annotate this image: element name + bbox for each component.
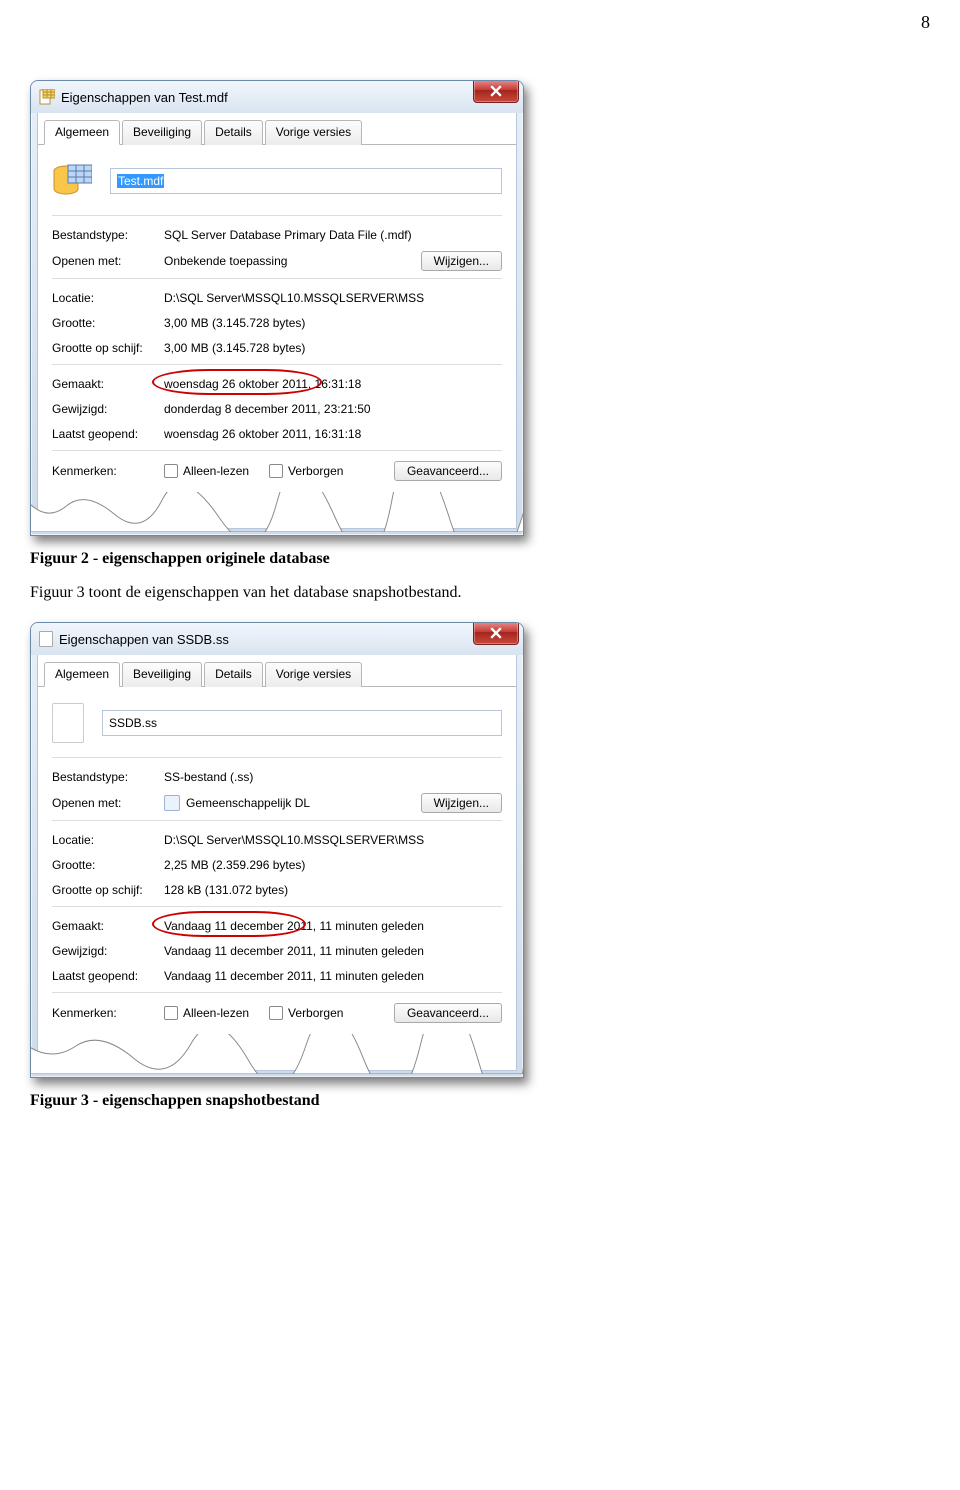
database-file-icon [52,161,92,201]
window-title: Eigenschappen van Test.mdf [61,90,228,105]
value-gemaakt: woensdag 26 oktober 2011, 16:31:18 [164,377,502,391]
label-laatst-geopend: Laatst geopend: [52,427,164,441]
label-bestandstype: Bestandstype: [52,228,164,242]
db-file-icon [39,89,55,105]
figure-3-caption: Figuur 3 - eigenschappen snapshotbestand [30,1092,930,1110]
value-openen-met: Gemeenschappelijk DL [186,796,310,810]
file-icon [39,631,53,647]
label-kenmerken: Kenmerken: [52,464,164,478]
properties-dialog-2: Eigenschappen van SSDB.ss Algemeen Bevei… [30,622,522,1078]
label-openen-met: Openen met: [52,254,164,268]
value-bestandstype: SS-bestand (.ss) [164,770,502,784]
tab-details[interactable]: Details [204,662,263,687]
app-icon [164,795,180,811]
filename-field[interactable]: SSDB.ss [102,710,502,736]
label-locatie: Locatie: [52,291,164,305]
label-gewijzigd: Gewijzigd: [52,944,164,958]
value-laatst-geopend: woensdag 26 oktober 2011, 16:31:18 [164,427,502,441]
wijzigen-button[interactable]: Wijzigen... [421,793,502,813]
value-grootte-schijf: 3,00 MB (3.145.728 bytes) [164,341,502,355]
tab-beveiliging[interactable]: Beveiliging [122,662,202,687]
filename-field[interactable]: Test.mdf [110,168,502,194]
value-grootte: 3,00 MB (3.145.728 bytes) [164,316,502,330]
label-gemaakt: Gemaakt: [52,919,164,933]
label-kenmerken: Kenmerken: [52,1006,164,1020]
value-laatst-geopend: Vandaag 11 december 2011, 11 minuten gel… [164,969,502,983]
tabstrip: Algemeen Beveiliging Details Vorige vers… [38,655,516,687]
value-grootte-schijf: 128 kB (131.072 bytes) [164,883,502,897]
tab-vorige-versies[interactable]: Vorige versies [265,662,362,687]
label-grootte: Grootte: [52,858,164,872]
tab-algemeen[interactable]: Algemeen [44,662,120,687]
value-gewijzigd: donderdag 8 december 2011, 23:21:50 [164,402,502,416]
value-gemaakt: Vandaag 11 december 2011, 11 minuten gel… [164,919,502,933]
torn-edge [38,1040,516,1070]
tab-algemeen[interactable]: Algemeen [44,120,120,145]
wijzigen-button[interactable]: Wijzigen... [421,251,502,271]
page-number: 8 [921,12,930,33]
label-bestandstype: Bestandstype: [52,770,164,784]
tab-beveiliging[interactable]: Beveiliging [122,120,202,145]
torn-edge [38,498,516,528]
tab-details[interactable]: Details [204,120,263,145]
label-laatst-geopend: Laatst geopend: [52,969,164,983]
value-openen-met: Onbekende toepassing [164,254,287,268]
checkbox-verborgen-label: Verborgen [288,464,343,478]
label-grootte: Grootte: [52,316,164,330]
checkbox-alleen-lezen-label: Alleen-lezen [183,1006,249,1020]
value-gewijzigd: Vandaag 11 december 2011, 11 minuten gel… [164,944,502,958]
label-gewijzigd: Gewijzigd: [52,402,164,416]
value-locatie: D:\SQL Server\MSSQL10.MSSQLSERVER\MSS [164,833,502,847]
blank-file-icon [52,703,84,743]
figure-2-caption: Figuur 2 - eigenschappen originele datab… [30,550,930,568]
geavanceerd-button[interactable]: Geavanceerd... [394,1003,502,1023]
filename-text: SSDB.ss [109,716,157,730]
label-gemaakt: Gemaakt: [52,377,164,391]
tabstrip: Algemeen Beveiliging Details Vorige vers… [38,113,516,145]
label-grootte-schijf: Grootte op schijf: [52,341,164,355]
label-grootte-schijf: Grootte op schijf: [52,883,164,897]
checkbox-verborgen[interactable]: Verborgen [269,1006,343,1020]
geavanceerd-button[interactable]: Geavanceerd... [394,461,502,481]
checkbox-alleen-lezen[interactable]: Alleen-lezen [164,1006,249,1020]
checkbox-verborgen[interactable]: Verborgen [269,464,343,478]
titlebar: Eigenschappen van Test.mdf [31,81,523,113]
checkbox-alleen-lezen[interactable]: Alleen-lezen [164,464,249,478]
close-button[interactable] [473,80,519,103]
body-text: Figuur 3 toont de eigenschappen van het … [30,584,930,602]
properties-dialog-1: Eigenschappen van Test.mdf Algemeen Beve… [30,80,522,536]
label-locatie: Locatie: [52,833,164,847]
value-bestandstype: SQL Server Database Primary Data File (.… [164,228,502,242]
window-title: Eigenschappen van SSDB.ss [59,632,229,647]
tab-vorige-versies[interactable]: Vorige versies [265,120,362,145]
checkbox-verborgen-label: Verborgen [288,1006,343,1020]
value-grootte: 2,25 MB (2.359.296 bytes) [164,858,502,872]
titlebar: Eigenschappen van SSDB.ss [31,623,523,655]
close-button[interactable] [473,622,519,645]
filename-text: Test.mdf [117,174,164,188]
value-locatie: D:\SQL Server\MSSQL10.MSSQLSERVER\MSS [164,291,502,305]
label-openen-met: Openen met: [52,796,164,810]
checkbox-alleen-lezen-label: Alleen-lezen [183,464,249,478]
